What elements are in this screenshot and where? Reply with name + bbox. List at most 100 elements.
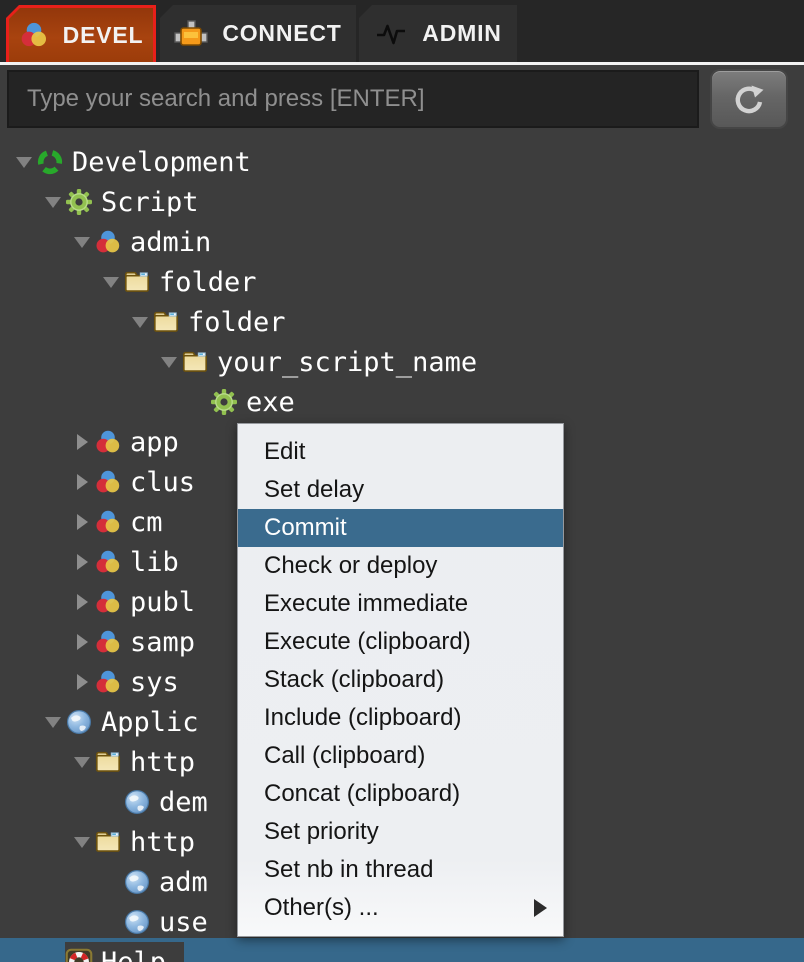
- tree-item-folder[interactable]: folder: [0, 302, 804, 342]
- chevron-right-icon[interactable]: [70, 502, 94, 542]
- expander-arrow: [45, 197, 61, 208]
- tricolor-icon: [94, 667, 122, 697]
- tree-item-label: http: [130, 747, 195, 778]
- tree-item-label: adm: [159, 867, 208, 898]
- tab-admin[interactable]: ADMIN: [359, 5, 517, 62]
- tricolor-icon: [94, 587, 122, 617]
- tab-connect[interactable]: CONNECT: [160, 5, 356, 62]
- menu-item-concat-clipboard[interactable]: Concat (clipboard): [238, 775, 563, 813]
- tree-item-label: Applic: [101, 707, 199, 738]
- menu-item-label: Stack (clipboard): [264, 666, 444, 694]
- tree-item-label: Development: [72, 147, 251, 178]
- chevron-down-icon[interactable]: [99, 262, 123, 302]
- menu-item-call-clipboard[interactable]: Call (clipboard): [238, 737, 563, 775]
- expander-arrow: [74, 757, 90, 768]
- menu-item-commit[interactable]: Commit: [238, 509, 563, 547]
- chevron-down-icon[interactable]: [70, 742, 94, 782]
- expander-arrow: [45, 717, 61, 728]
- expander-arrow: [77, 474, 88, 490]
- chevron-right-icon[interactable]: [70, 582, 94, 622]
- expander-spacer: [99, 782, 123, 822]
- chevron-down-icon[interactable]: [70, 822, 94, 862]
- tab-label: DEVEL: [63, 22, 144, 49]
- tree-item-label: admin: [130, 227, 211, 258]
- menu-item-label: Concat (clipboard): [264, 780, 460, 808]
- tree-item-your-script-name[interactable]: your_script_name: [0, 342, 804, 382]
- menu-item-label: Check or deploy: [264, 552, 437, 580]
- tree-item-exe[interactable]: exe: [0, 382, 804, 422]
- refresh-button[interactable]: [710, 69, 788, 129]
- tree-item-admin[interactable]: admin: [0, 222, 804, 262]
- menu-item-execute-clipboard[interactable]: Execute (clipboard): [238, 623, 563, 661]
- menu-item-other-s[interactable]: Other(s) ...: [238, 889, 563, 927]
- chevron-down-icon[interactable]: [12, 142, 36, 182]
- folder-icon: [181, 347, 209, 377]
- folder-icon: [152, 307, 180, 337]
- expander-spacer: [186, 382, 210, 422]
- expander-arrow: [161, 357, 177, 368]
- tricolor-icon: [94, 467, 122, 497]
- chevron-down-icon[interactable]: [128, 302, 152, 342]
- tricolor-icon: [94, 227, 122, 257]
- chevron-right-icon[interactable]: [70, 542, 94, 582]
- menu-item-label: Other(s) ...: [264, 894, 379, 922]
- lifebuoy-icon: [65, 947, 93, 962]
- tree-item-script[interactable]: Script: [0, 182, 804, 222]
- chevron-right-icon[interactable]: [70, 622, 94, 662]
- chevron-right-icon[interactable]: [70, 462, 94, 502]
- recycle-ring-icon: [36, 147, 64, 177]
- tree-item-label: use: [159, 907, 208, 938]
- folder-icon: [94, 827, 122, 857]
- globe-icon: [65, 707, 93, 737]
- tab-devel[interactable]: DEVEL: [6, 5, 156, 62]
- tab-label: CONNECT: [222, 20, 341, 47]
- menu-item-include-clipboard[interactable]: Include (clipboard): [238, 699, 563, 737]
- chevron-down-icon[interactable]: [41, 702, 65, 742]
- pulse-icon: [374, 19, 408, 49]
- expander-arrow: [74, 237, 90, 248]
- context-menu: Edit Set delay Commit Check or deploy Execut…: [237, 423, 564, 937]
- tree-item-folder[interactable]: folder: [0, 262, 804, 302]
- chevron-down-icon[interactable]: [41, 182, 65, 222]
- tree-item-development[interactable]: Development: [0, 142, 804, 182]
- app-window: DEVEL CONNECT ADMIN Development Script admin…: [0, 0, 804, 962]
- expander-arrow: [77, 594, 88, 610]
- menu-item-execute-immediate[interactable]: Execute immediate: [238, 585, 563, 623]
- tree-item-label: folder: [188, 307, 286, 338]
- menu-item-label: Commit: [264, 514, 347, 542]
- expander-arrow: [77, 434, 88, 450]
- gear-icon: [65, 187, 93, 217]
- menu-item-label: Execute (clipboard): [264, 628, 471, 656]
- chevron-right-icon[interactable]: [70, 662, 94, 702]
- search-input[interactable]: [7, 70, 699, 128]
- search-bar: [0, 65, 804, 140]
- chevron-down-icon[interactable]: [70, 222, 94, 262]
- menu-item-label: Set nb in thread: [264, 856, 433, 884]
- tree-item-label: http: [130, 827, 195, 858]
- tree-item-help[interactable]: Help: [0, 942, 804, 962]
- menu-item-stack-clipboard[interactable]: Stack (clipboard): [238, 661, 563, 699]
- menu-item-set-delay[interactable]: Set delay: [238, 471, 563, 509]
- folder-icon: [123, 267, 151, 297]
- tree-item-label: publ: [130, 587, 195, 618]
- menu-item-edit[interactable]: Edit: [238, 433, 563, 471]
- chevron-right-icon[interactable]: [70, 422, 94, 462]
- tab-inner: CONNECT: [160, 5, 356, 62]
- menu-item-label: Execute immediate: [264, 590, 468, 618]
- menu-item-label: Call (clipboard): [264, 742, 425, 770]
- chevron-down-icon[interactable]: [157, 342, 181, 382]
- tree-item-label: lib: [130, 547, 179, 578]
- menu-item-label: Edit: [264, 438, 305, 466]
- menu-item-set-priority[interactable]: Set priority: [238, 813, 563, 851]
- expander-arrow: [132, 317, 148, 328]
- expander-arrow: [16, 157, 32, 168]
- tree-item-label: exe: [246, 387, 295, 418]
- tree-item-chip: Help: [65, 942, 184, 962]
- gear-icon: [210, 387, 238, 417]
- expander-arrow: [103, 277, 119, 288]
- tree-item-label: Script: [101, 187, 199, 218]
- menu-item-check-or-deploy[interactable]: Check or deploy: [238, 547, 563, 585]
- menu-item-set-nb-in-thread[interactable]: Set nb in thread: [238, 851, 563, 889]
- expander-arrow: [74, 837, 90, 848]
- tab-inner: DEVEL: [9, 8, 153, 62]
